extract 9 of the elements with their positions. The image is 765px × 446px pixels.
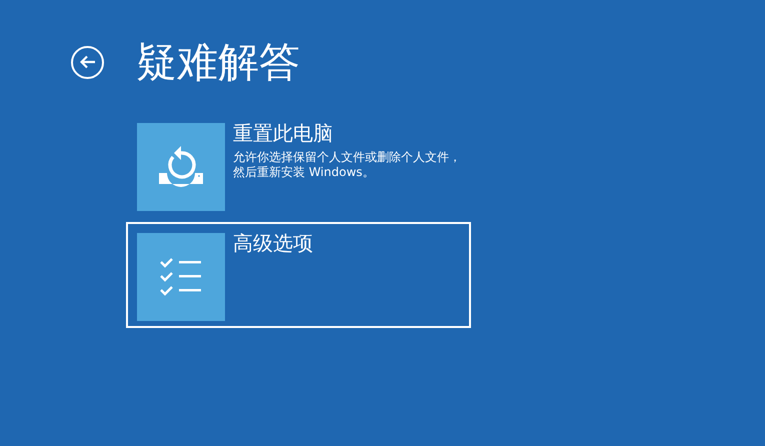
option-title: 高级选项 bbox=[233, 230, 314, 257]
page-title: 疑难解答 bbox=[136, 38, 300, 86]
back-arrow-icon bbox=[80, 55, 96, 69]
option-tile[interactable]: 高级选项 bbox=[126, 222, 471, 328]
back-button[interactable] bbox=[71, 46, 104, 78]
option-description: 允许你选择保留个人文件或删除个人文件，然后重新安装 Windows。 bbox=[233, 150, 462, 180]
option-title: 重置此电脑 bbox=[233, 120, 334, 147]
checklist-icon bbox=[160, 258, 202, 296]
option-tile[interactable]: 重置此电脑 允许你选择保留个人文件或删除个人文件，然后重新安装 Windows。 bbox=[126, 112, 471, 218]
